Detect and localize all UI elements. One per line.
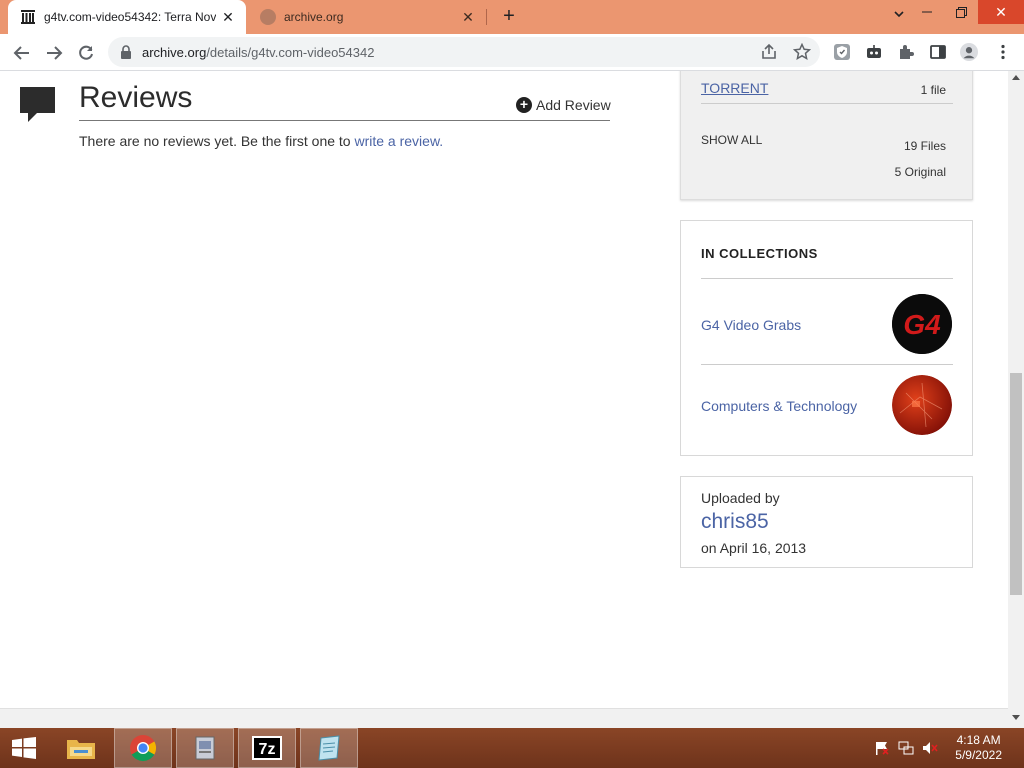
comment-bubble-icon [20, 87, 55, 122]
reload-icon[interactable] [73, 40, 99, 66]
vertical-scrollbar[interactable] [1008, 71, 1024, 728]
file-explorer-taskbar-button[interactable] [52, 728, 110, 768]
g4-logo-thumbnail[interactable]: G4 [892, 294, 952, 354]
new-tab-button[interactable]: + [498, 6, 520, 28]
tab-title: g4tv.com-video54342: Terra Nova [44, 10, 216, 24]
scrollbar-thumb[interactable] [1010, 373, 1022, 595]
collection-link-computers-technology[interactable]: Computers & Technology [701, 398, 857, 414]
download-options-box: TORRENT 1 file SHOW ALL 19 Files 5 Origi… [680, 71, 973, 200]
tab-inactive[interactable]: archive.org ✕ [250, 0, 486, 34]
puzzle-extensions-icon[interactable] [897, 43, 915, 61]
upload-date: on April 16, 2013 [701, 540, 807, 556]
windows-start-button[interactable] [2, 728, 46, 768]
url-host: archive.org [142, 45, 207, 60]
minimize-icon[interactable] [910, 0, 944, 24]
bookmark-star-icon[interactable] [793, 43, 811, 61]
tab-close-icon[interactable]: ✕ [220, 9, 236, 25]
svg-text:G4: G4 [903, 309, 941, 340]
chrome-icon [130, 735, 157, 762]
forward-arrow-icon[interactable] [41, 40, 67, 66]
side-panel-icon[interactable] [929, 43, 947, 61]
7zip-taskbar-button[interactable]: 7z [238, 728, 296, 768]
window-close-icon[interactable]: ✕ [978, 0, 1024, 24]
horizontal-scrollbar[interactable] [0, 708, 1008, 728]
windows-logo-icon [12, 737, 36, 759]
original-files-count: 5 Original [894, 165, 946, 179]
globe-icon [260, 9, 276, 25]
clock-time: 4:18 AM [956, 733, 1001, 747]
tab-separator [486, 9, 487, 25]
reviews-divider [79, 120, 610, 121]
files-count: 19 Files [903, 139, 946, 153]
back-arrow-icon[interactable] [9, 40, 35, 66]
collections-divider [701, 278, 953, 279]
restore-icon[interactable] [944, 0, 978, 24]
windows-taskbar: 7z 4:18 AM 5/9/2022 [0, 728, 1024, 768]
add-circle-icon: + [516, 97, 532, 113]
tab-close-icon[interactable]: ✕ [460, 9, 476, 25]
profile-avatar-icon[interactable] [960, 43, 978, 61]
tab-strip: g4tv.com-video54342: Terra Nova ✕ archiv… [0, 0, 1024, 34]
uploader-box: Uploaded by chris85 on April 16, 2013 [680, 476, 973, 568]
folder-icon [67, 740, 95, 759]
downloads-divider [701, 103, 953, 104]
write-review-link[interactable]: write a review. [354, 133, 443, 149]
action-center-flag-icon[interactable] [874, 741, 890, 755]
url-text: archive.org/details/g4tv.com-video54342 [142, 45, 374, 60]
shield-extension-icon[interactable] [833, 43, 851, 61]
robot-extension-icon[interactable] [865, 43, 883, 61]
tab-active[interactable]: g4tv.com-video54342: Terra Nova ✕ [8, 0, 246, 34]
torrent-download-link[interactable]: TORRENT [701, 80, 768, 96]
more-menu-icon[interactable] [994, 43, 1012, 61]
url-path: /details/g4tv.com-video54342 [206, 45, 375, 60]
add-review-button[interactable]: + Add Review [516, 97, 611, 113]
collection-link-g4-video-grabs[interactable]: G4 Video Grabs [701, 317, 801, 333]
uploader-name-link[interactable]: chris85 [701, 510, 769, 534]
7zip-icon: 7z [252, 736, 282, 760]
volume-muted-icon[interactable] [922, 741, 938, 755]
show-all-files-link[interactable]: SHOW ALL [701, 133, 762, 147]
tab-title: archive.org [284, 10, 344, 24]
installer-taskbar-button[interactable] [176, 728, 234, 768]
uploaded-by-label: Uploaded by [701, 490, 780, 506]
share-icon[interactable] [760, 43, 778, 61]
svg-text:7z: 7z [259, 741, 276, 758]
browser-toolbar: archive.org/details/g4tv.com-video54342 [0, 34, 1024, 71]
no-reviews-message: There are no reviews yet. Be the first o… [79, 133, 355, 149]
torrent-file-count: 1 file [920, 83, 946, 97]
clock-date: 5/9/2022 [955, 748, 1002, 762]
no-reviews-text: There are no reviews yet. Be the first o… [79, 133, 443, 149]
lock-icon[interactable] [120, 45, 132, 59]
collections-box: IN COLLECTIONS G4 Video Grabs G4 Compute… [680, 220, 973, 456]
tab-search-chevron-icon[interactable] [890, 8, 908, 26]
collections-divider [701, 364, 953, 365]
chrome-taskbar-button[interactable] [114, 728, 172, 768]
scroll-down-arrow-icon[interactable] [1012, 715, 1020, 720]
collections-heading: IN COLLECTIONS [701, 246, 818, 261]
window-controls: ✕ [910, 0, 1024, 24]
circuit-board-thumbnail[interactable] [892, 375, 952, 435]
reviews-heading: Reviews [79, 81, 193, 114]
network-icon[interactable] [898, 741, 914, 755]
internet-archive-icon [20, 9, 36, 25]
system-clock[interactable]: 4:18 AM 5/9/2022 [955, 733, 1002, 763]
address-bar[interactable]: archive.org/details/g4tv.com-video54342 [108, 37, 820, 67]
notepad-icon [318, 735, 340, 761]
add-review-label: Add Review [536, 97, 611, 113]
installer-box-icon [195, 736, 215, 760]
notepad-taskbar-button[interactable] [300, 728, 358, 768]
scroll-up-arrow-icon[interactable] [1012, 75, 1020, 80]
page-viewport: Reviews + Add Review There are no review… [0, 71, 1008, 708]
